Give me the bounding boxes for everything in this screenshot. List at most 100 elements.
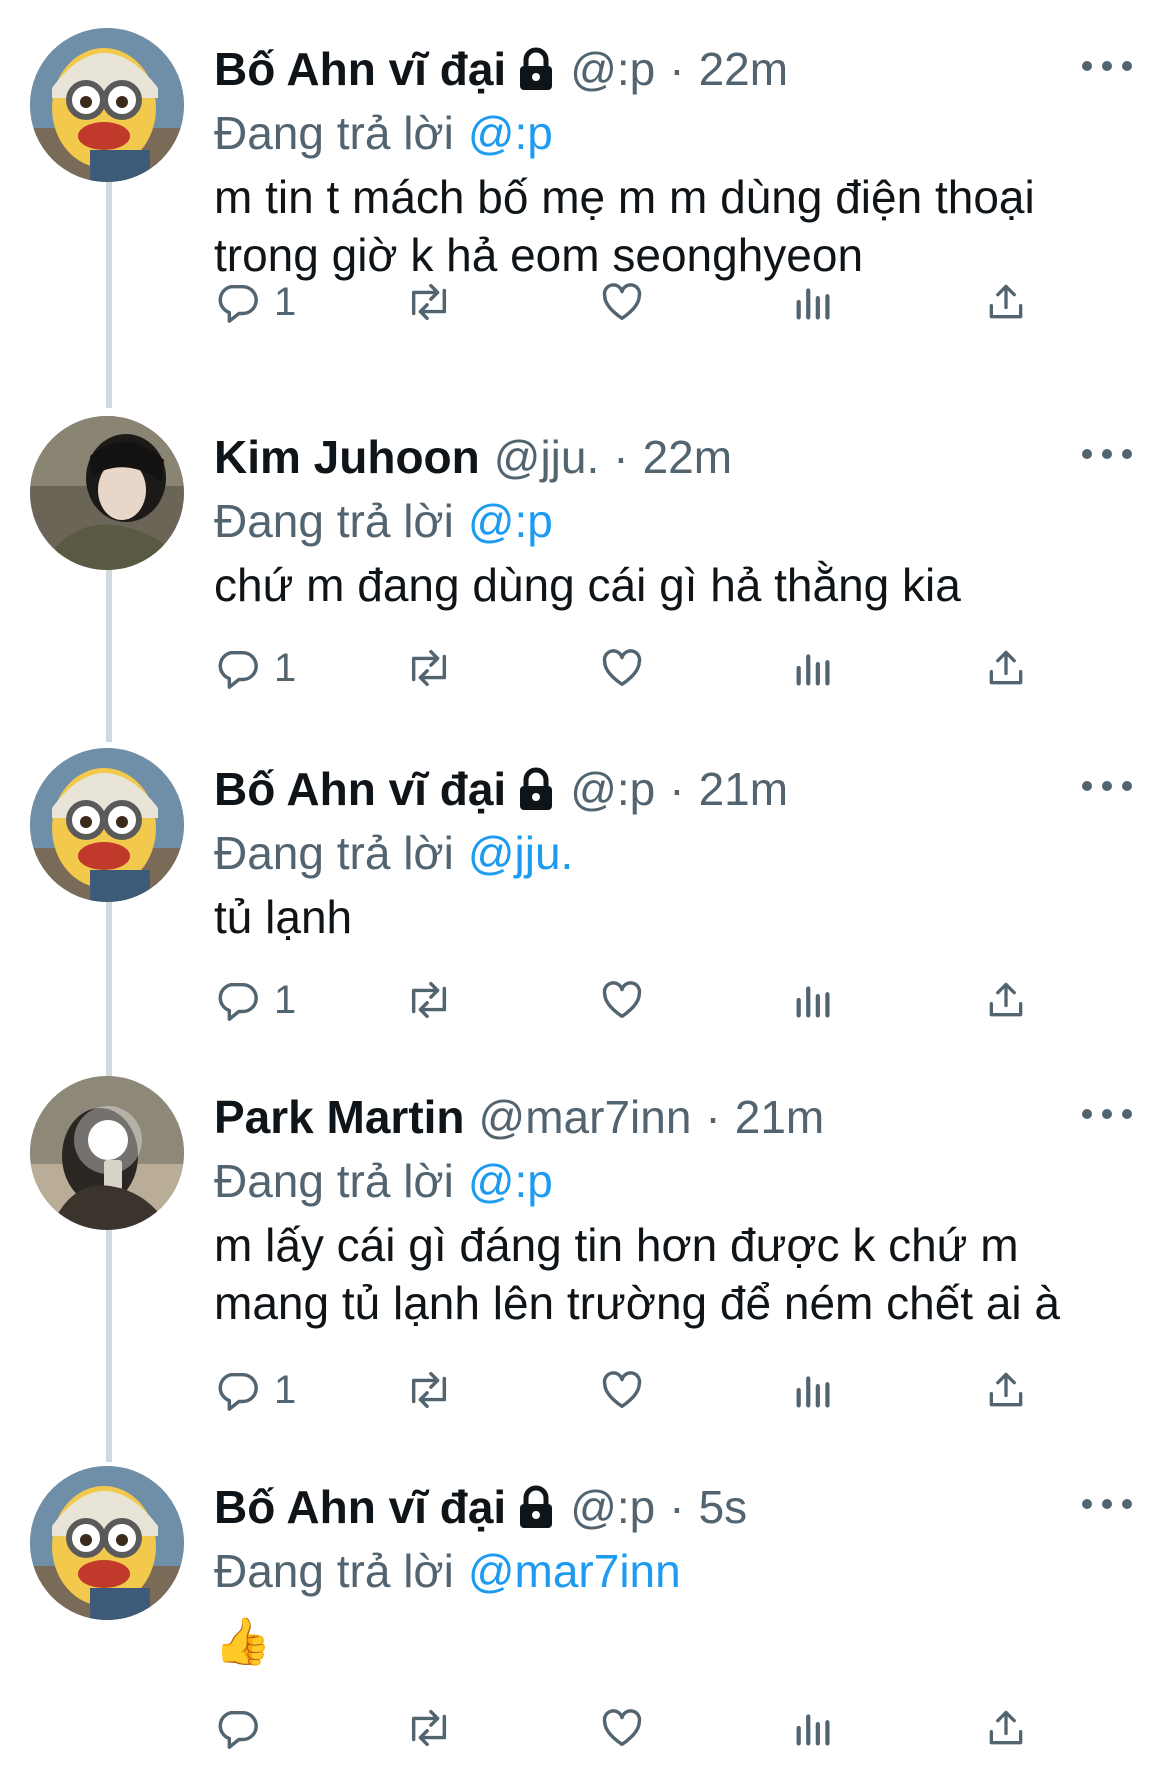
retweet-icon [411,649,447,687]
mention-link[interactable]: @:p [468,1155,553,1207]
views-button[interactable] [794,272,834,332]
avatar[interactable] [30,416,184,570]
timestamp[interactable]: 21m [735,1090,824,1144]
more-icon[interactable] [1082,766,1132,806]
avatar[interactable] [30,1076,184,1230]
more-icon[interactable] [1082,46,1132,86]
more-icon[interactable] [1082,434,1132,474]
reply-button[interactable]: 1 [214,1360,296,1420]
views-button[interactable] [794,638,834,698]
retweet-icon [411,283,447,321]
author-name[interactable]: Bố Ahn vĩ đại [214,1480,506,1534]
timestamp[interactable]: 21m [699,762,788,816]
views-button[interactable] [794,970,834,1030]
reply-button[interactable]: 1 [214,272,296,332]
author-handle[interactable]: @jju. [494,430,600,484]
like-button[interactable] [599,638,645,698]
reply-button[interactable]: 1 [214,638,296,698]
tweet-actions: 1 [214,970,1094,1030]
avatar-minion-image [30,748,184,902]
share-button[interactable] [984,1360,1028,1420]
share-button[interactable] [984,1698,1028,1758]
mention-link[interactable]: @jju. [468,827,574,879]
share-button[interactable] [984,272,1028,332]
heart-icon [602,1709,642,1747]
author-name[interactable]: Park Martin [214,1090,465,1144]
avatar-photo-image [30,1076,184,1230]
reply-icon [218,1710,258,1749]
mention-link[interactable]: @:p [468,495,553,547]
avatar[interactable] [30,1466,184,1620]
separator-dot: · [669,763,685,815]
retweet-button[interactable] [404,970,454,1030]
tweet-text: 👍 [214,1615,272,1667]
tweet-text: m lấy cái gì đáng tin hơn được k chứ m m… [214,1219,1061,1329]
tweet-header: Bố Ahn vĩ đại @:p · 22m [214,36,788,102]
tweet-text: m tin t mách bố mẹ m m dùng điện thoại t… [214,171,1035,281]
author-name[interactable]: Kim Juhoon [214,430,480,484]
views-icon [796,1376,830,1408]
replying-label: Đang trả lời [214,1155,454,1207]
share-button[interactable] [984,970,1028,1030]
replying-label: Đang trả lời [214,107,454,159]
replying-to: Đang trả lời @:p [214,106,553,160]
replying-label: Đang trả lời [214,1545,454,1597]
timestamp[interactable]: 22m [643,430,732,484]
heart-icon [602,649,642,687]
mention-link[interactable]: @:p [468,107,553,159]
avatar-minion-image [30,28,184,182]
reply-icon [218,650,258,689]
views-button[interactable] [794,1698,834,1758]
like-button[interactable] [599,1360,645,1420]
author-handle[interactable]: @:p [570,1480,655,1534]
avatar-minion-image [30,1466,184,1620]
like-button[interactable] [599,272,645,332]
mention-link[interactable]: @mar7inn [468,1545,681,1597]
more-icon[interactable] [1082,1484,1132,1524]
retweet-button[interactable] [404,1360,454,1420]
views-icon [796,1714,830,1746]
timestamp[interactable]: 22m [699,42,788,96]
retweet-icon [411,981,447,1019]
tweet-text: tủ lạnh [214,891,353,943]
author-handle[interactable]: @mar7inn [479,1090,692,1144]
views-button[interactable] [794,1360,834,1420]
separator-dot: · [669,43,685,95]
tweet-header: Bố Ahn vĩ đại @:p · 5s [214,1474,747,1540]
lock-icon [516,767,556,811]
like-button[interactable] [599,1698,645,1758]
heart-icon [602,283,642,321]
author-handle[interactable]: @:p [570,762,655,816]
reply-count: 1 [274,645,297,690]
avatar[interactable] [30,748,184,902]
tweet-text: chứ m đang dùng cái gì hả thằng kia [214,559,961,611]
replying-to: Đang trả lời @:p [214,494,553,548]
separator-dot: · [669,1481,685,1533]
heart-icon [602,1371,642,1409]
timestamp[interactable]: 5s [699,1480,748,1534]
reply-button[interactable]: 1 [214,970,296,1030]
reply-count: 1 [274,977,297,1022]
tweet-actions: 1 [214,1360,1094,1420]
author-handle[interactable]: @:p [570,42,655,96]
more-icon[interactable] [1082,1094,1132,1134]
retweet-button[interactable] [404,1698,454,1758]
share-icon [989,982,1023,1017]
retweet-icon [411,1371,447,1409]
replying-to: Đang trả lời @mar7inn [214,1544,681,1598]
avatar[interactable] [30,28,184,182]
replying-to: Đang trả lời @:p [214,1154,553,1208]
share-icon [989,650,1023,685]
tweet-actions: 1 [214,272,1094,332]
retweet-button[interactable] [404,272,454,332]
reply-icon [218,982,258,1021]
author-name[interactable]: Bố Ahn vĩ đại [214,762,506,816]
share-button[interactable] [984,638,1028,698]
retweet-button[interactable] [404,638,454,698]
share-icon [989,1372,1023,1407]
replying-label: Đang trả lời [214,827,454,879]
author-name[interactable]: Bố Ahn vĩ đại [214,42,506,96]
reply-button[interactable] [214,1698,274,1758]
lock-icon [516,47,556,91]
like-button[interactable] [599,970,645,1030]
